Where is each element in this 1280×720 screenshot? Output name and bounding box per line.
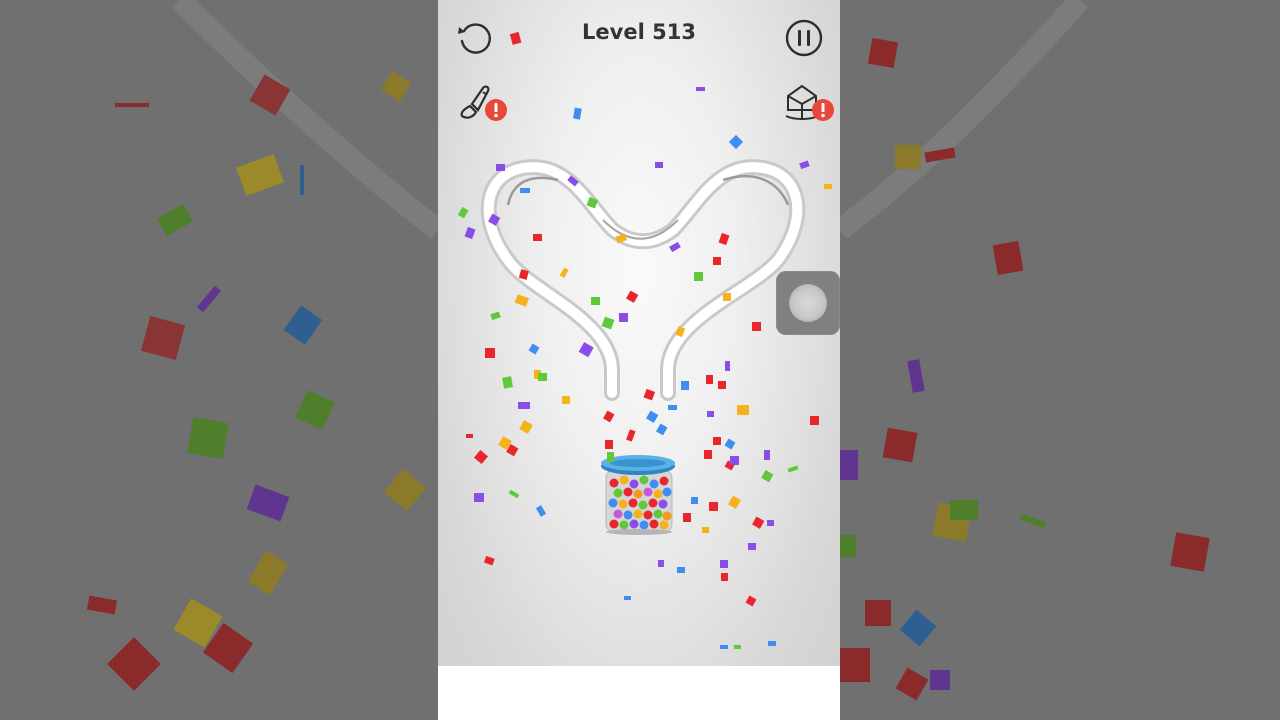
pause-icon: [785, 19, 823, 57]
skins-button[interactable]: [784, 80, 838, 124]
background-left: [0, 0, 438, 720]
ball-jar: [601, 455, 675, 535]
game-screen[interactable]: Level 513: [438, 0, 840, 720]
pause-button[interactable]: [785, 19, 823, 57]
floating-assist-button[interactable]: [776, 271, 840, 335]
level-title: Level 513: [582, 20, 696, 44]
restart-icon: [458, 23, 491, 54]
bottom-bar: [438, 666, 840, 720]
paint-brush-button[interactable]: [456, 82, 510, 124]
heart-track: [480, 159, 806, 401]
background-left-art: [86, 0, 438, 691]
skins-alert-icon: [812, 99, 834, 121]
paint-brush-alert-icon: [485, 99, 507, 121]
background-right: [840, 0, 1280, 720]
confetti: [457, 31, 832, 649]
restart-button[interactable]: [456, 19, 494, 57]
floating-assist-knob: [789, 284, 827, 322]
background-right-art: [840, 0, 1210, 701]
